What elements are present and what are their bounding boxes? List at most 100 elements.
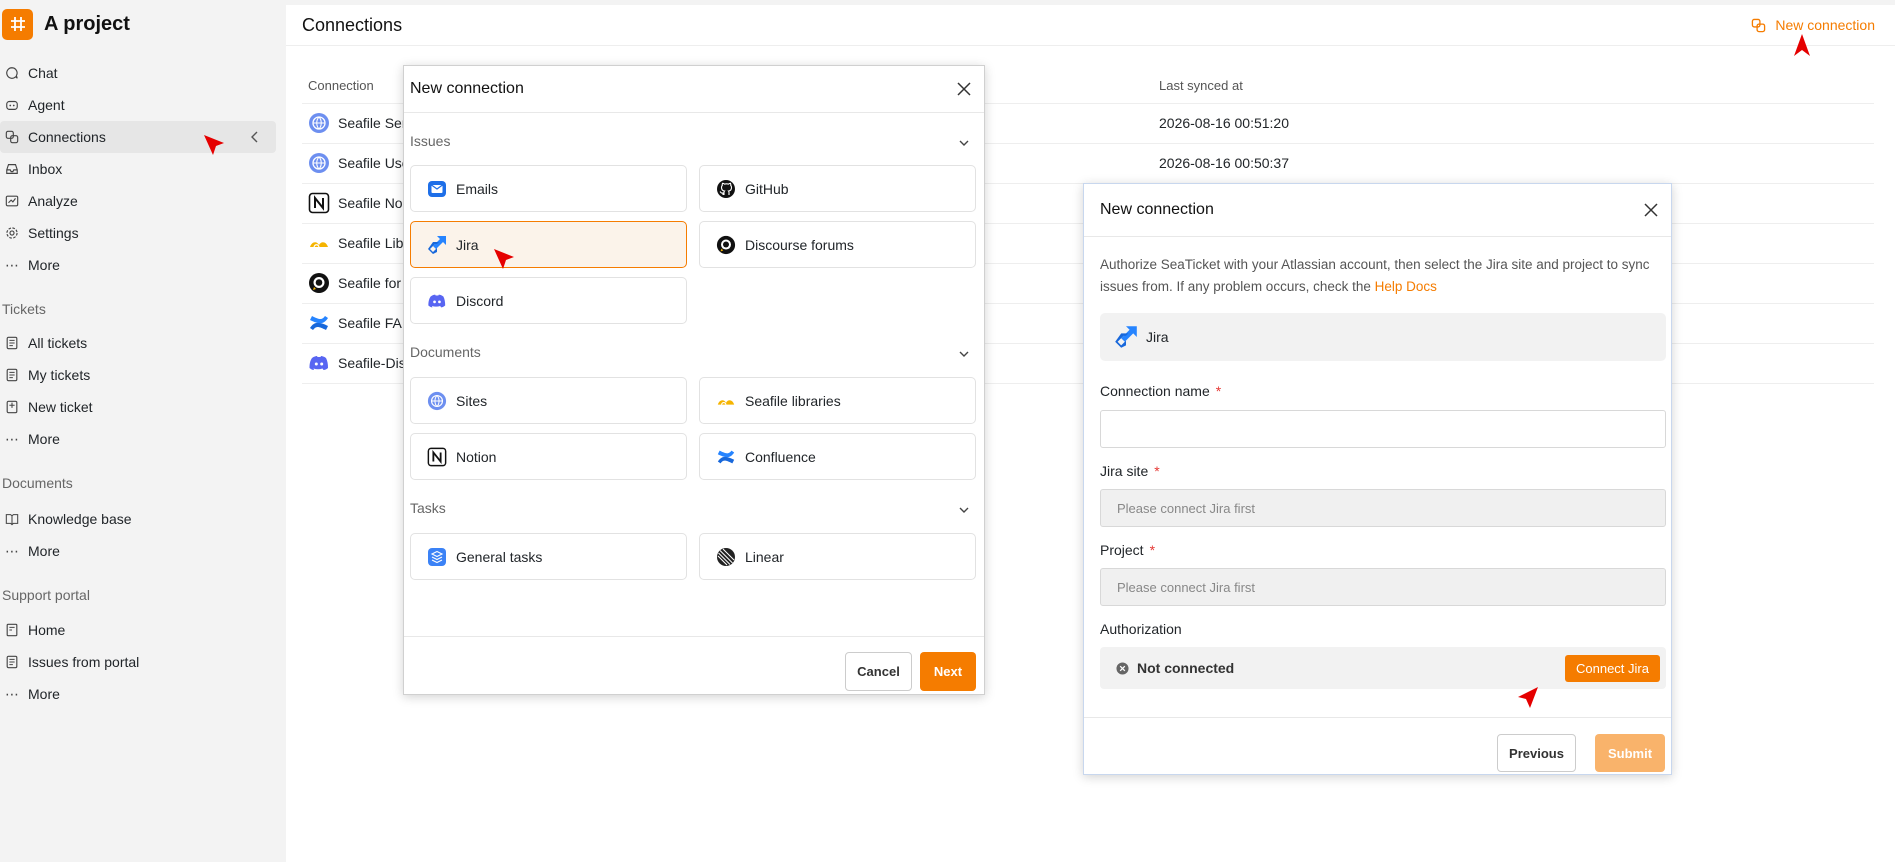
close-icon[interactable] bbox=[956, 81, 972, 97]
tile-discourse-forums[interactable]: Discourse forums bbox=[699, 221, 976, 268]
tile-label: GitHub bbox=[745, 180, 789, 197]
close-icon[interactable] bbox=[1643, 202, 1659, 218]
tile-linear[interactable]: Linear bbox=[699, 533, 976, 580]
more-icon: ⋯ bbox=[5, 256, 19, 273]
jira-icon bbox=[427, 235, 447, 255]
new-connection-button[interactable]: New connection bbox=[1751, 17, 1875, 33]
connection-name: Seafile Lib bbox=[338, 235, 404, 251]
connections-icon bbox=[1752, 18, 1766, 32]
sidebar-item-label: Analyze bbox=[28, 193, 78, 209]
tile-discord[interactable]: Discord bbox=[410, 277, 687, 324]
section-title-support-portal: Support portal bbox=[2, 587, 90, 603]
group-title-tasks: Tasks bbox=[410, 500, 446, 516]
required-mark: * bbox=[1149, 542, 1156, 558]
sidebar-item-documents-more[interactable]: ⋯ More bbox=[0, 535, 276, 567]
cursor-arrow-icon bbox=[494, 249, 514, 269]
settings-icon bbox=[4, 225, 20, 241]
tile-sites[interactable]: Sites bbox=[410, 377, 687, 424]
connection-name-input[interactable] bbox=[1100, 410, 1666, 448]
column-header-last-synced: Last synced at bbox=[1153, 69, 1874, 104]
tile-label: Confluence bbox=[745, 448, 816, 465]
sidebar-item-portal-more[interactable]: ⋯ More bbox=[0, 678, 276, 710]
authorization-box: Not connected Connect Jira bbox=[1100, 647, 1666, 689]
sidebar-item-settings[interactable]: Settings bbox=[0, 217, 276, 249]
connect-jira-button[interactable]: Connect Jira bbox=[1565, 655, 1660, 682]
connection-name: Seafile No bbox=[338, 195, 403, 211]
authorization-status: Not connected bbox=[1137, 660, 1235, 676]
tile-jira[interactable]: Jira bbox=[410, 221, 687, 268]
linear-icon bbox=[716, 547, 736, 567]
previous-button[interactable]: Previous bbox=[1497, 734, 1576, 772]
required-mark: * bbox=[1154, 463, 1160, 479]
dialog-title: New connection bbox=[1100, 201, 1214, 218]
sidebar-item-new-ticket[interactable]: New ticket bbox=[0, 391, 276, 423]
confluence-icon bbox=[716, 447, 736, 467]
tile-seafile-libraries[interactable]: Seafile libraries bbox=[699, 377, 976, 424]
sidebar-item-connections[interactable]: Connections bbox=[0, 121, 276, 153]
selected-source-label: Jira bbox=[1146, 329, 1169, 345]
chevron-down-icon[interactable] bbox=[958, 348, 970, 360]
sidebar-item-home[interactable]: Home bbox=[0, 614, 276, 646]
sites-icon bbox=[308, 112, 330, 134]
discourse-icon bbox=[308, 272, 330, 294]
more-icon: ⋯ bbox=[5, 430, 19, 447]
sidebar-item-agent[interactable]: Agent bbox=[0, 89, 276, 121]
dialog-header: New connection bbox=[1084, 184, 1671, 237]
more-icon: ⋯ bbox=[5, 542, 19, 559]
sidebar-item-tickets-more[interactable]: ⋯ More bbox=[0, 423, 276, 455]
sidebar-item-inbox[interactable]: Inbox bbox=[0, 153, 276, 185]
sidebar-item-analyze[interactable]: Analyze bbox=[0, 185, 276, 217]
sidebar-item-label: Agent bbox=[28, 97, 65, 113]
sidebar-item-label: More bbox=[28, 543, 60, 559]
connection-name-label: Connection name * bbox=[1100, 383, 1222, 399]
new-connection-label: New connection bbox=[1775, 17, 1875, 33]
sidebar-item-knowledge-base[interactable]: Knowledge base bbox=[0, 503, 276, 535]
collapse-sidebar-icon[interactable] bbox=[248, 130, 262, 144]
next-button[interactable]: Next bbox=[920, 652, 976, 691]
sidebar-item-my-tickets[interactable]: My tickets bbox=[0, 359, 276, 391]
github-icon bbox=[716, 179, 736, 199]
sidebar-item-more[interactable]: ⋯ More bbox=[0, 249, 276, 281]
dialog-footer: Cancel Next bbox=[404, 636, 984, 695]
agent-icon bbox=[4, 97, 20, 113]
last-synced: 2026-08-16 00:50:37 bbox=[1153, 143, 1874, 184]
email-icon bbox=[427, 179, 447, 199]
discord-icon bbox=[308, 352, 330, 374]
tile-github[interactable]: GitHub bbox=[699, 165, 976, 212]
sidebar: A project Chat Agent Connections Inbox A… bbox=[0, 0, 286, 862]
sidebar-item-all-tickets[interactable]: All tickets bbox=[0, 327, 276, 359]
dialog-footer: Previous Submit bbox=[1084, 717, 1671, 775]
tile-label: Seafile libraries bbox=[745, 392, 841, 409]
sidebar-item-label: More bbox=[28, 686, 60, 702]
cancel-button[interactable]: Cancel bbox=[845, 652, 912, 691]
chevron-down-icon[interactable] bbox=[958, 137, 970, 149]
project-header[interactable]: A project bbox=[0, 2, 286, 46]
dialog-header: New connection bbox=[404, 66, 984, 113]
page-title: Connections bbox=[302, 14, 403, 35]
tile-general-tasks[interactable]: General tasks bbox=[410, 533, 687, 580]
jira-site-select[interactable]: Please connect Jira first bbox=[1100, 489, 1666, 527]
not-connected-icon bbox=[1116, 661, 1129, 675]
list-icon bbox=[4, 654, 20, 670]
list-icon bbox=[4, 335, 20, 351]
list-icon bbox=[4, 367, 20, 383]
help-docs-link[interactable]: Help Docs bbox=[1375, 279, 1437, 294]
sidebar-item-chat[interactable]: Chat bbox=[0, 57, 276, 89]
sidebar-item-label: Connections bbox=[28, 129, 106, 145]
chevron-down-icon[interactable] bbox=[958, 504, 970, 516]
sidebar-item-issues-from-portal[interactable]: Issues from portal bbox=[0, 646, 276, 678]
tile-confluence[interactable]: Confluence bbox=[699, 433, 976, 480]
discourse-icon bbox=[716, 235, 736, 255]
dialog-title: New connection bbox=[410, 80, 524, 97]
submit-button[interactable]: Submit bbox=[1595, 734, 1665, 772]
sidebar-item-label: New ticket bbox=[28, 399, 93, 415]
sidebar-item-label: Knowledge base bbox=[28, 511, 132, 527]
sites-icon bbox=[308, 152, 330, 174]
tile-label: Notion bbox=[456, 448, 497, 465]
group-title-documents: Documents bbox=[410, 344, 481, 360]
tile-emails[interactable]: Emails bbox=[410, 165, 687, 212]
project-select[interactable]: Please connect Jira first bbox=[1100, 568, 1666, 606]
seafile-icon bbox=[716, 391, 736, 411]
seafile-icon bbox=[308, 232, 330, 254]
tile-notion[interactable]: Notion bbox=[410, 433, 687, 480]
